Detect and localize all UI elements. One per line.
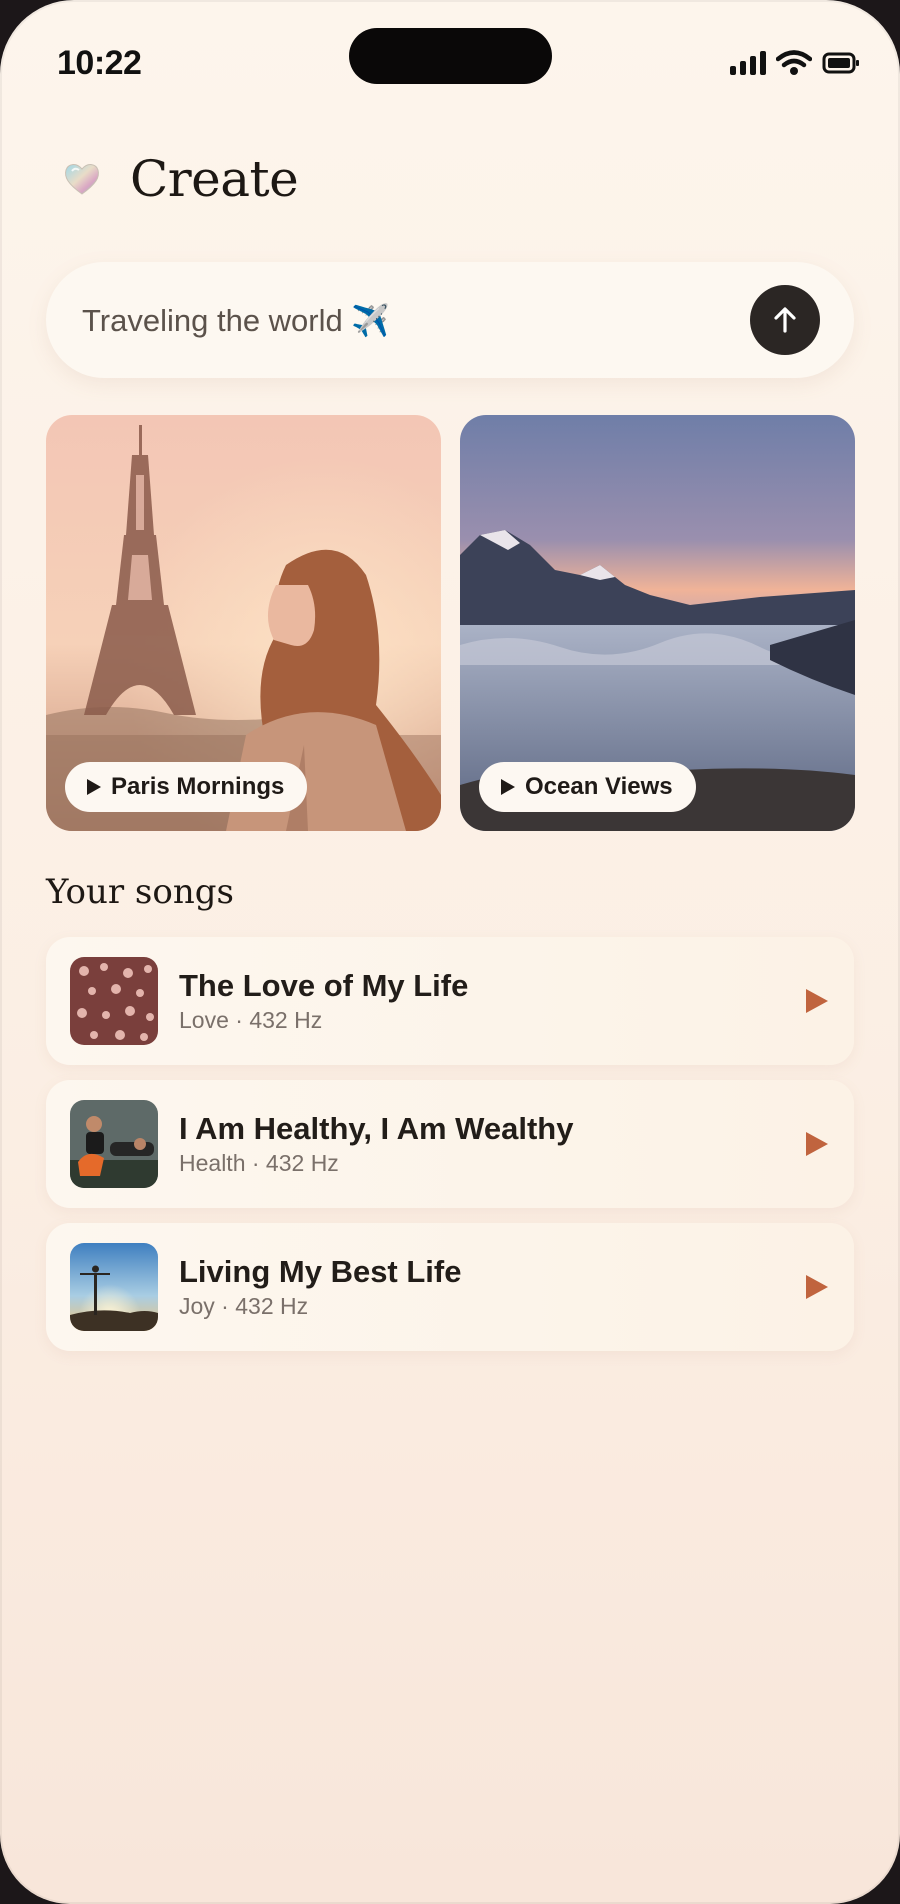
song-thumbnail-gym [70, 1100, 158, 1188]
prompt-input[interactable] [80, 301, 724, 339]
page-title: Create [130, 150, 299, 208]
battery-icon [822, 52, 859, 74]
song-row[interactable]: The Love of My Life Love · 432 Hz [46, 937, 854, 1065]
song-title: I Am Healthy, I Am Wealthy [179, 1111, 574, 1146]
section-title-your-songs: Your songs [46, 872, 234, 912]
song-thumbnail-sunrise [70, 1243, 158, 1331]
song-text: The Love of My Life Love · 432 Hz [179, 967, 468, 1035]
card-label: Ocean Views [525, 773, 673, 800]
prompt-bar [46, 262, 854, 378]
arrow-up-icon [774, 307, 796, 333]
featured-card-paris[interactable]: Paris Mornings [46, 415, 441, 831]
play-icon [87, 779, 101, 795]
cellular-signal-icon [730, 51, 766, 75]
featured-card-ocean[interactable]: Ocean Views [460, 415, 855, 831]
song-meta: Health · 432 Hz [179, 1150, 339, 1176]
song-thumbnail-hearts [70, 957, 158, 1045]
song-row[interactable]: I Am Healthy, I Am Wealthy Health · 432 … [46, 1080, 854, 1208]
play-icon[interactable] [806, 1275, 828, 1299]
play-icon[interactable] [806, 1132, 828, 1156]
song-text: I Am Healthy, I Am Wealthy Health · 432 … [179, 1110, 573, 1178]
app-screen: 10:22 Create Traveling the world ✈️ Pari… [0, 0, 900, 1904]
status-time: 10:22 [57, 44, 142, 82]
song-text: Living My Best Life Joy · 432 Hz [179, 1253, 461, 1321]
dynamic-island [349, 28, 552, 84]
play-icon [501, 779, 515, 795]
song-meta: Joy · 432 Hz [179, 1293, 309, 1319]
song-list: The Love of My Life Love · 432 Hz I Am H… [46, 937, 854, 1366]
play-ocean-views-button[interactable]: Ocean Views [479, 762, 696, 812]
card-label: Paris Mornings [111, 773, 285, 800]
play-paris-mornings-button[interactable]: Paris Mornings [65, 762, 308, 812]
song-title: Living My Best Life [179, 1254, 462, 1289]
page-header: Create [62, 150, 299, 208]
wifi-icon [776, 50, 812, 75]
heart-icon [65, 164, 99, 195]
song-meta: Love · 432 Hz [179, 1007, 323, 1033]
featured-cards: Paris Mornings Ocean Views [46, 415, 855, 831]
song-title: The Love of My Life [179, 968, 469, 1003]
status-icons [730, 50, 860, 76]
play-icon[interactable] [806, 989, 828, 1013]
submit-button[interactable] [750, 285, 820, 355]
song-row[interactable]: Living My Best Life Joy · 432 Hz [46, 1223, 854, 1351]
